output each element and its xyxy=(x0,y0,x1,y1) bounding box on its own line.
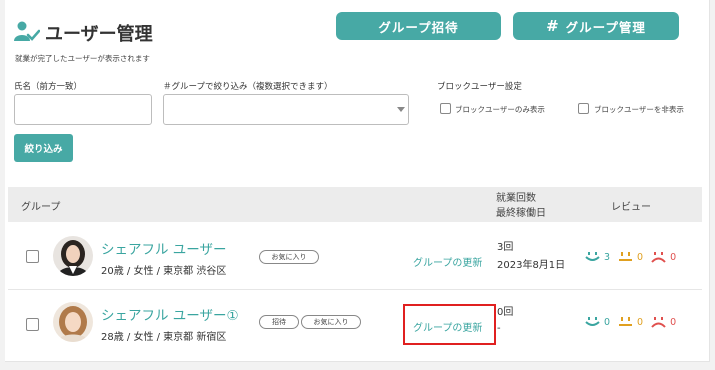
user-meta: 28歳 / 女性 / 東京都 新宿区 xyxy=(101,332,227,343)
column-header-count-label: 就業回数 xyxy=(496,193,536,204)
block-hide-label: ブロックユーザーを非表示 xyxy=(594,105,684,114)
group-manage-button[interactable]: # グループ管理 xyxy=(513,12,679,40)
review-bad-count: 0 xyxy=(670,251,677,263)
invite-tag: 招待 xyxy=(259,315,299,329)
avatar xyxy=(53,302,93,342)
dropdown-caret-icon xyxy=(397,107,405,112)
review-normal-count: 0 xyxy=(637,251,644,263)
row-checkbox[interactable] xyxy=(26,250,39,263)
filter-button[interactable]: 絞り込み xyxy=(14,134,73,162)
block-setting-label: ブロックユーザー設定 xyxy=(437,82,522,92)
column-header-lastdate-label: 最終稼働日 xyxy=(496,208,546,219)
highlight-box xyxy=(403,304,496,345)
favorite-tag: お気に入り xyxy=(301,315,361,329)
frown-icon xyxy=(651,252,666,263)
review-good-count: 0 xyxy=(604,316,611,328)
favorite-tag: お気に入り xyxy=(259,250,319,264)
name-input[interactable] xyxy=(14,94,152,125)
block-only-checkbox[interactable] xyxy=(440,103,451,114)
review-counts: 0 0 0 xyxy=(585,316,676,328)
work-count: 3回 2023年8月1日 xyxy=(497,240,565,273)
invite-number-badge: ① xyxy=(226,308,239,324)
group-update-link[interactable]: グループの更新 xyxy=(413,254,482,269)
column-header-group: グループ xyxy=(21,202,61,213)
neutral-face-icon xyxy=(619,252,633,261)
last-work-date: - xyxy=(497,323,501,334)
column-header-review: レビュー xyxy=(611,202,651,213)
group-manage-label: グループ管理 xyxy=(565,19,646,35)
work-count: 0回 - xyxy=(497,305,513,336)
review-good-count: 3 xyxy=(604,251,611,263)
group-select[interactable] xyxy=(163,94,409,125)
review-normal-count: 0 xyxy=(637,316,644,328)
block-hide-checkbox[interactable] xyxy=(578,103,589,114)
review-counts: 3 0 0 xyxy=(585,251,676,263)
user-check-icon xyxy=(14,21,40,41)
row-checkbox[interactable] xyxy=(26,318,39,331)
neutral-face-icon xyxy=(619,317,633,326)
user-management-panel: ユーザー管理 就業が完了したユーザーが表示されます グループ招待 # グループ管… xyxy=(5,0,710,362)
frown-icon xyxy=(651,317,666,328)
name-filter-label: 氏名（前方一致） xyxy=(14,82,83,92)
avatar xyxy=(53,236,93,276)
page-title: ユーザー管理 xyxy=(45,24,153,45)
work-count-value: 0回 xyxy=(497,307,514,318)
row-divider xyxy=(8,289,702,290)
group-filter-label: ＃グループで絞り込み（複数選択できます） xyxy=(163,82,333,92)
group-invite-button[interactable]: グループ招待 xyxy=(336,12,501,40)
user-name-link[interactable]: シェアフル ユーザー xyxy=(101,238,227,258)
user-name-text: シェアフル ユーザー xyxy=(101,308,227,324)
smile-icon xyxy=(585,252,600,261)
hash-icon: # xyxy=(546,17,560,35)
block-only-label: ブロックユーザーのみ表示 xyxy=(455,105,545,114)
work-count-value: 3回 xyxy=(497,242,514,253)
column-header-count: 就業回数 最終稼働日 xyxy=(496,191,546,221)
smile-icon xyxy=(585,317,600,326)
user-name-link[interactable]: シェアフル ユーザー① xyxy=(101,304,239,324)
table-header xyxy=(8,187,702,222)
page-subtitle: 就業が完了したユーザーが表示されます xyxy=(15,54,150,63)
last-work-date: 2023年8月1日 xyxy=(497,260,566,271)
user-meta: 20歳 / 女性 / 東京都 渋谷区 xyxy=(101,266,227,277)
review-bad-count: 0 xyxy=(670,316,677,328)
